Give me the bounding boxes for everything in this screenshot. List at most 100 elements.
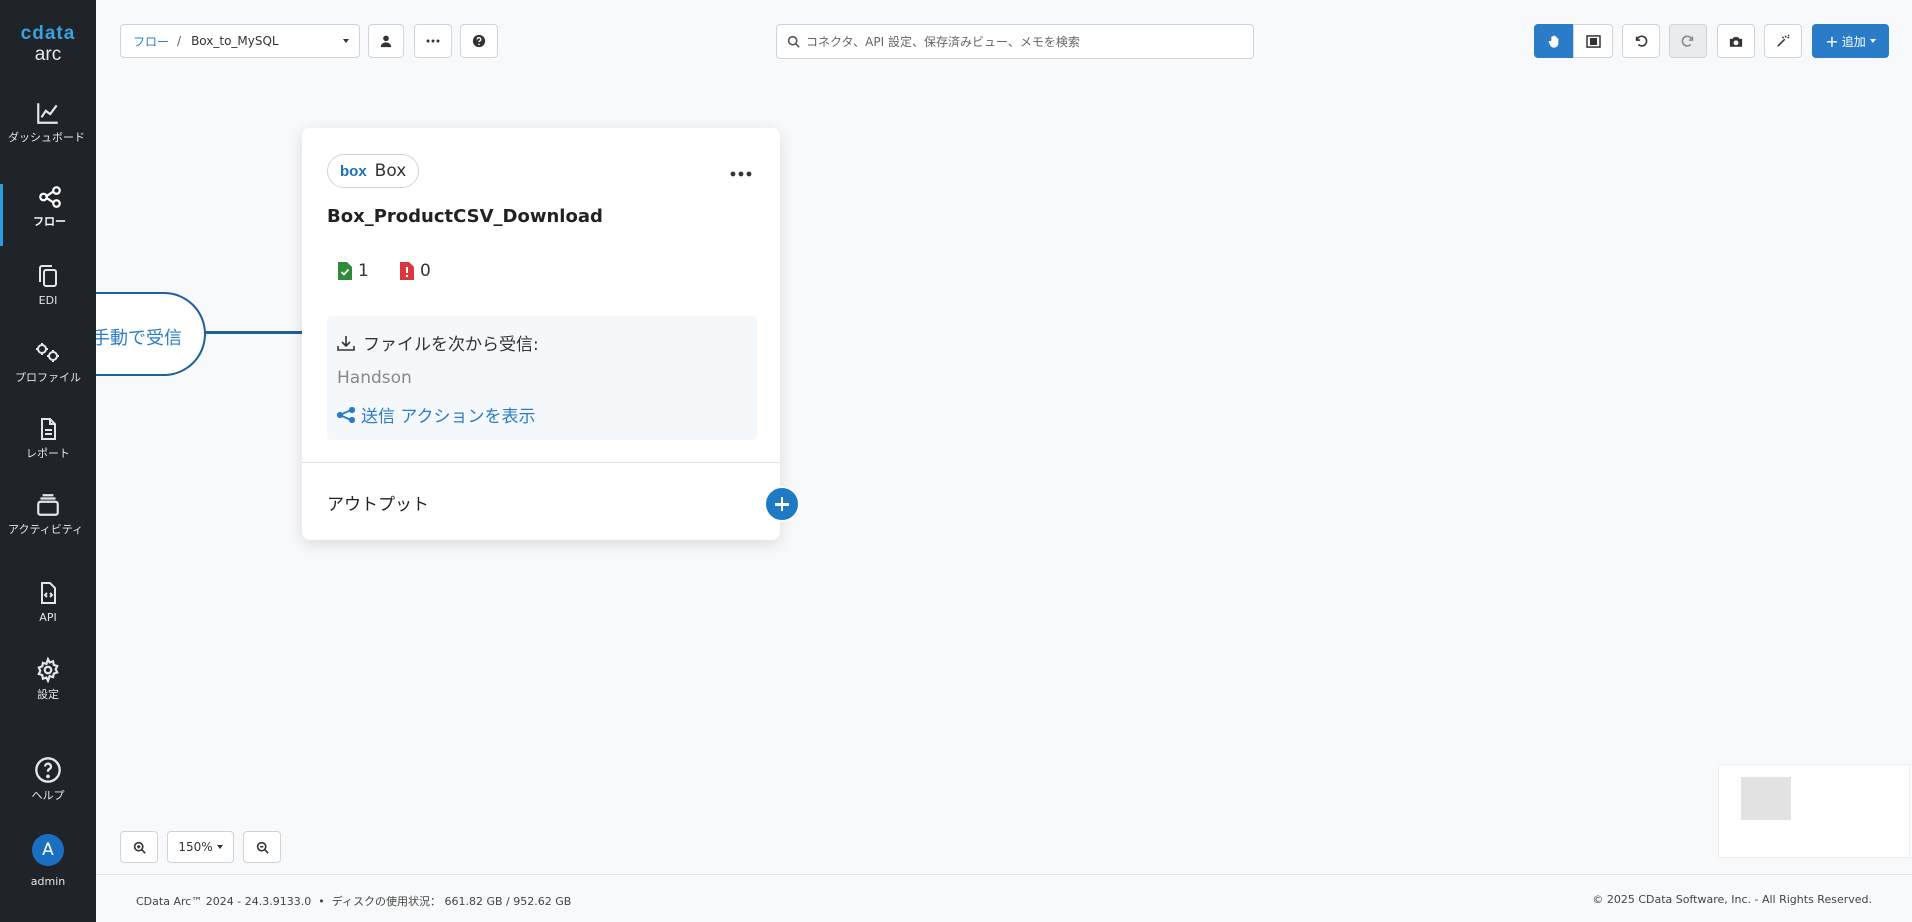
- question-circle-icon: [472, 34, 486, 48]
- minimap-viewport[interactable]: [1741, 777, 1791, 820]
- success-count-badge[interactable]: 1: [330, 254, 377, 288]
- sidebar-item-dashboard[interactable]: ダッシュボード: [0, 100, 96, 144]
- flow-name: Box_to_MySQL: [191, 34, 279, 48]
- search-input[interactable]: [806, 34, 1226, 49]
- sidebar-item-label: 設定: [37, 688, 59, 701]
- add-output-button[interactable]: [764, 486, 800, 522]
- connector-type-name: Box: [374, 161, 407, 181]
- sidebar-item-label: EDI: [38, 294, 58, 307]
- user-name: admin: [30, 875, 66, 888]
- footer: CData Arc™ 2024 - 24.3.9133.0 • ディスクの使用状…: [96, 874, 1912, 922]
- app-logo[interactable]: cdata arc: [0, 24, 96, 66]
- connector-card[interactable]: box Box Box_ProductCSV_Download 1 0 ファイル…: [302, 128, 800, 540]
- sidebar-item-activity[interactable]: アクティビティ: [0, 492, 96, 536]
- sidebar-item-label: ヘルプ: [31, 789, 65, 802]
- disk-usage-value: 661.82 GB / 952.62 GB: [444, 895, 572, 908]
- users-button[interactable]: [368, 24, 404, 58]
- document-icon: [41, 418, 56, 440]
- zoom-out-icon: [256, 841, 269, 854]
- more-options-button[interactable]: [414, 24, 452, 58]
- receive-header: ファイルを次から受信:: [337, 330, 539, 355]
- sidebar-item-settings[interactable]: 設定: [0, 657, 96, 701]
- user-menu[interactable]: A admin: [0, 834, 96, 888]
- search-box[interactable]: [776, 24, 1254, 59]
- trigger-node-shape: 手動で受信: [96, 292, 206, 376]
- sidebar-item-label: アクティビティ: [8, 523, 84, 536]
- error-count-badge[interactable]: 0: [392, 254, 439, 288]
- hand-icon: [1548, 34, 1559, 48]
- help-button[interactable]: [460, 24, 498, 58]
- breadcrumb[interactable]: フロー: [133, 33, 169, 50]
- add-button[interactable]: + 追加: [1812, 24, 1889, 58]
- download-icon: [337, 335, 355, 351]
- undo-button[interactable]: [1622, 24, 1660, 58]
- footer-status: CData Arc™ 2024 - 24.3.9133.0 • ディスクの使用状…: [136, 893, 571, 909]
- sidebar-item-profile[interactable]: プロファイル: [0, 340, 96, 384]
- sidebar-item-help[interactable]: ヘルプ: [0, 756, 96, 802]
- user-icon: [380, 35, 392, 48]
- connector-type-chip: box Box: [327, 154, 420, 188]
- box-logo: box: [340, 162, 367, 180]
- zoom-level-dropdown[interactable]: 150%: [167, 831, 234, 863]
- redo-button[interactable]: [1669, 24, 1707, 58]
- file-error-icon: [400, 262, 414, 280]
- flow-selector[interactable]: フロー / Box_to_MySQL: [120, 24, 360, 58]
- success-count: 1: [358, 261, 369, 281]
- logo-top-text: cdata: [20, 23, 76, 44]
- sidebar-item-report[interactable]: レポート: [0, 416, 96, 460]
- sidebar-item-label: API: [39, 611, 57, 624]
- connector-title[interactable]: Box_ProductCSV_Download: [327, 206, 603, 227]
- zoom-in-icon: [133, 841, 146, 854]
- share-icon: [337, 406, 355, 423]
- send-link-text: 送信 アクションを表示: [361, 407, 536, 427]
- chevron-down-icon: [343, 39, 349, 43]
- error-count: 0: [420, 261, 431, 281]
- sidebar-item-flow[interactable]: フロー: [0, 184, 96, 246]
- output-label: アウトプット: [327, 495, 429, 515]
- app-version: CData Arc™ 2024 - 24.3.9133.0: [136, 895, 312, 908]
- camera-icon: [1729, 36, 1743, 47]
- card-menu-button[interactable]: [730, 158, 752, 183]
- chevron-down-icon: [1869, 39, 1876, 43]
- receive-value: Handson: [337, 368, 412, 388]
- magic-wand-icon: [1777, 34, 1790, 47]
- sidebar-item-api[interactable]: API: [0, 580, 96, 624]
- trigger-node[interactable]: 手動で受信: [96, 280, 216, 390]
- ellipsis-icon: [426, 39, 440, 43]
- layers-icon: [37, 494, 59, 516]
- auto-layout-button[interactable]: [1764, 24, 1802, 58]
- undo-icon: [1635, 35, 1648, 47]
- sidebar: cdata arc ダッシュボード フロー EDI プロファイル レポート アク…: [0, 0, 96, 922]
- plus-icon: +: [1825, 31, 1839, 51]
- receive-label: ファイルを次から受信:: [363, 335, 539, 355]
- connector-line: [205, 331, 303, 334]
- zoom-out-button[interactable]: [243, 831, 281, 863]
- ellipsis-icon: [730, 171, 752, 177]
- copyright: © 2025 CData Software, Inc. - All Rights…: [1592, 893, 1872, 906]
- zoom-level: 150%: [178, 840, 213, 854]
- sidebar-item-edi[interactable]: EDI: [0, 263, 96, 307]
- footer-bullet: •: [314, 895, 329, 908]
- search-icon: [787, 35, 800, 48]
- snapshot-button[interactable]: [1717, 24, 1755, 58]
- select-mode-button[interactable]: [1573, 24, 1613, 58]
- pan-mode-button[interactable]: [1534, 24, 1574, 58]
- sidebar-item-label: プロファイル: [15, 371, 81, 384]
- add-button-label: 追加: [1841, 34, 1866, 49]
- selection-icon: [1585, 34, 1601, 48]
- flow-icon: [38, 186, 61, 208]
- logo-bottom-text: arc: [34, 44, 62, 65]
- trigger-node-label: 手動で受信: [96, 328, 182, 349]
- redo-icon: [1681, 35, 1694, 47]
- copy-icon: [39, 265, 57, 287]
- breadcrumb-separator: /: [177, 34, 182, 48]
- sidebar-item-label: ダッシュボード: [8, 131, 85, 144]
- show-send-actions-link[interactable]: 送信 アクションを表示: [337, 402, 536, 427]
- sidebar-item-label: フロー: [33, 215, 66, 228]
- zoom-in-button[interactable]: [120, 831, 158, 863]
- gear-icon: [37, 657, 59, 683]
- gears-icon: [36, 343, 59, 362]
- minimap[interactable]: [1718, 764, 1910, 858]
- code-file-icon: [41, 582, 56, 604]
- disk-usage-label: ディスクの使用状況：: [331, 895, 441, 908]
